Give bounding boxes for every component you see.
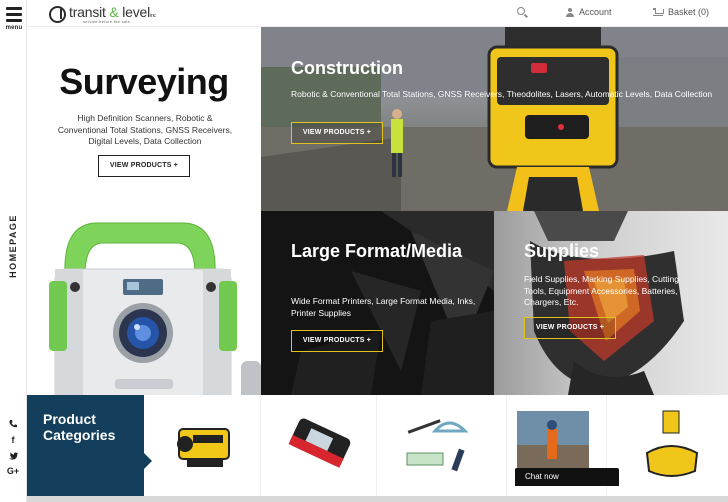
google-plus-icon[interactable]: G+ xyxy=(6,466,20,480)
basket-label: Basket (0) xyxy=(668,7,710,17)
homepage-link[interactable]: HOMEPAGE xyxy=(1,214,25,278)
field-supplies-image xyxy=(406,419,469,472)
supplies-description: Field Supplies, Marking Supplies, Cuttin… xyxy=(524,274,679,307)
category-item-gnss[interactable] xyxy=(607,395,728,496)
homepage-label: HOMEPAGE xyxy=(8,214,18,278)
construction-title: Construction xyxy=(291,58,403,78)
site-header: transit & levelinc service before the sa… xyxy=(27,0,728,27)
laser-distance-meter-image xyxy=(288,418,351,468)
total-station-image xyxy=(49,222,261,395)
basket-link[interactable]: Basket (0) xyxy=(653,7,709,17)
construction-view-products-button[interactable]: VIEW PRODUCTS + xyxy=(291,122,383,144)
large-format-tile[interactable]: Large Format/Media Wide Format Printers,… xyxy=(261,211,494,395)
category-item-levels[interactable] xyxy=(153,395,261,496)
page: menu HOMEPAGE f G+ transit & levelinc se… xyxy=(0,0,728,502)
surveying-panel: Surveying High Definition Scanners, Robo… xyxy=(27,27,261,395)
facebook-icon[interactable]: f xyxy=(6,435,20,449)
supplies-view-products-button[interactable]: VIEW PRODUCTS + xyxy=(524,317,616,339)
hamburger-icon-bar xyxy=(6,13,22,16)
chat-now-button[interactable]: Chat now xyxy=(515,468,619,486)
logo-mark-icon xyxy=(49,5,66,23)
category-item-field-supplies[interactable] xyxy=(377,395,507,496)
cart-icon xyxy=(653,8,664,16)
large-format-description: Wide Format Printers, Large Format Media… xyxy=(291,296,476,318)
product-categories-strip: Product Categories xyxy=(27,395,728,496)
user-icon xyxy=(566,7,574,17)
large-format-title: Large Format/Media xyxy=(291,241,463,261)
construction-photo xyxy=(261,27,728,211)
bottom-scroll-strip xyxy=(27,496,728,502)
surveying-view-products-button[interactable]: VIEW PRODUCTS + xyxy=(98,155,190,177)
twitter-icon[interactable] xyxy=(6,451,20,465)
category-item-distance-meters[interactable] xyxy=(261,395,377,496)
left-rail: menu HOMEPAGE f G+ xyxy=(0,0,27,502)
search-icon[interactable] xyxy=(516,6,530,20)
hamburger-icon-bar xyxy=(6,19,22,22)
account-link[interactable]: Account xyxy=(566,7,612,17)
product-categories-heading[interactable]: Product Categories xyxy=(27,395,152,496)
phone-icon[interactable] xyxy=(6,419,20,433)
account-label: Account xyxy=(579,7,612,17)
brand-logo[interactable]: transit & levelinc service before the sa… xyxy=(49,3,156,25)
menu-label: menu xyxy=(5,25,23,31)
logo-tagline: service before the sale xyxy=(83,19,131,24)
large-format-view-products-button[interactable]: VIEW PRODUCTS + xyxy=(291,330,383,352)
construction-tile[interactable]: Construction Robotic & Conventional Tota… xyxy=(261,27,728,211)
supplies-tile[interactable]: Supplies Field Supplies, Marking Supplie… xyxy=(494,211,728,395)
auto-level-image xyxy=(177,428,230,467)
surveying-description: High Definition Scanners, Robotic & Conv… xyxy=(57,113,233,146)
menu-button[interactable]: menu xyxy=(4,7,24,31)
supplies-title: Supplies xyxy=(524,241,600,261)
hamburger-icon xyxy=(6,7,22,10)
construction-description: Robotic & Conventional Total Stations, G… xyxy=(291,89,713,99)
gnss-receiver-image xyxy=(645,410,699,477)
product-categories-label: Product Categories xyxy=(43,411,116,443)
surveying-title: Surveying xyxy=(59,61,229,102)
